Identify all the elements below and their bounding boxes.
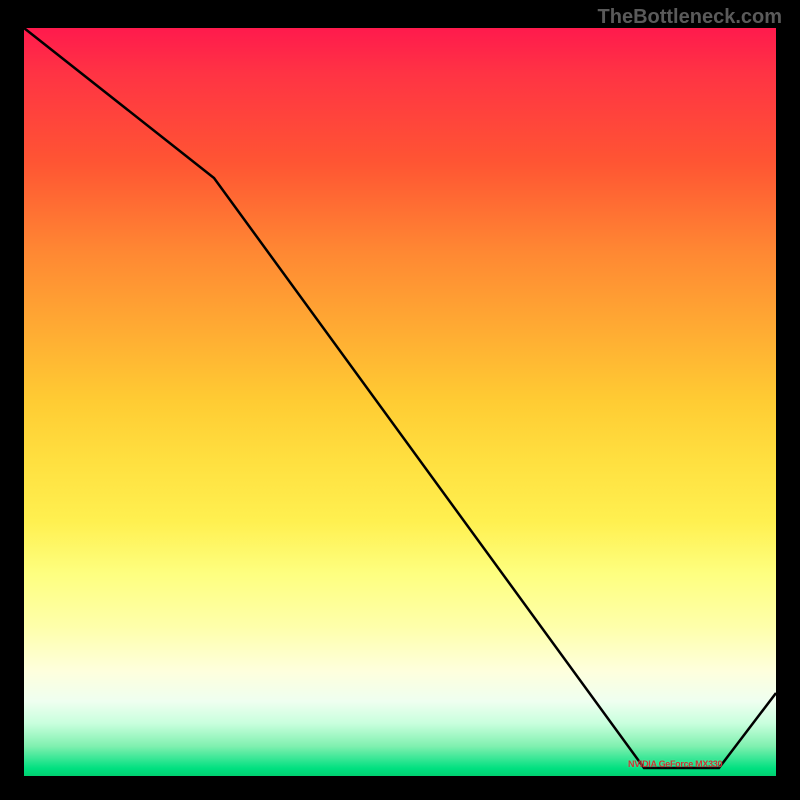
gpu-annotation-label: NVIDIA GeForce MX330 bbox=[628, 759, 722, 769]
bottleneck-curve bbox=[24, 28, 776, 768]
chart-line-layer bbox=[24, 28, 776, 776]
watermark-text: TheBottleneck.com bbox=[598, 6, 782, 29]
